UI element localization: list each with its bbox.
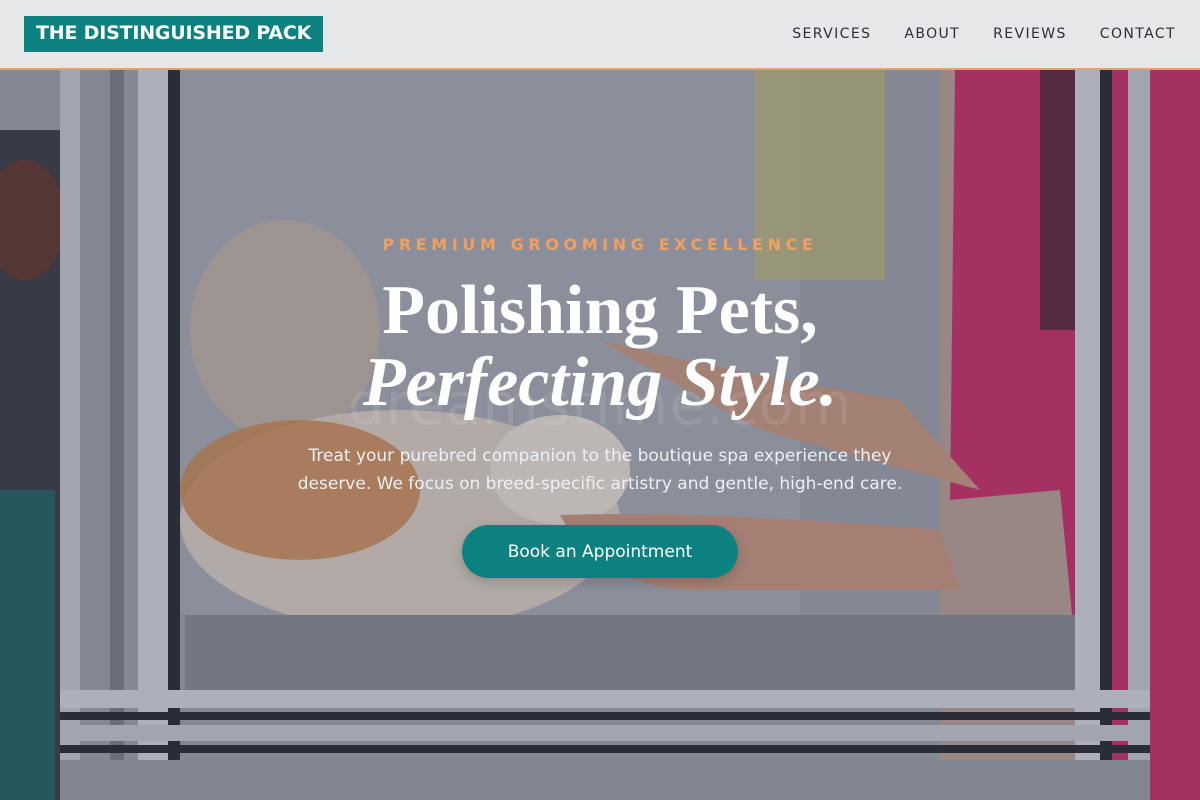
hero-headline: Polishing Pets, Perfecting Style. — [0, 275, 1200, 419]
hero-eyebrow: PREMIUM GROOMING EXCELLENCE — [382, 235, 818, 254]
hero-subtext: Treat your purebred companion to the bou… — [297, 446, 903, 494]
nav-link-services[interactable]: SERVICES — [792, 26, 871, 42]
hero-content: dreamstime.com PREMIUM GROOMING EXCELLEN… — [0, 70, 1200, 800]
nav-link-contact[interactable]: CONTACT — [1100, 26, 1176, 42]
site-logo[interactable]: THE DISTINGUISHED PACK — [24, 16, 324, 52]
nav-link-reviews[interactable]: REVIEWS — [993, 26, 1067, 42]
book-appointment-button[interactable]: Book an Appointment — [462, 525, 738, 578]
hero-headline-line1: Polishing Pets, — [382, 272, 818, 349]
nav-link-about[interactable]: ABOUT — [904, 26, 960, 42]
main-nav: SERVICES ABOUT REVIEWS CONTACT — [759, 26, 1176, 42]
hero-headline-line2: Perfecting Style. — [362, 344, 838, 421]
site-header: THE DISTINGUISHED PACK SERVICES ABOUT RE… — [0, 0, 1200, 70]
